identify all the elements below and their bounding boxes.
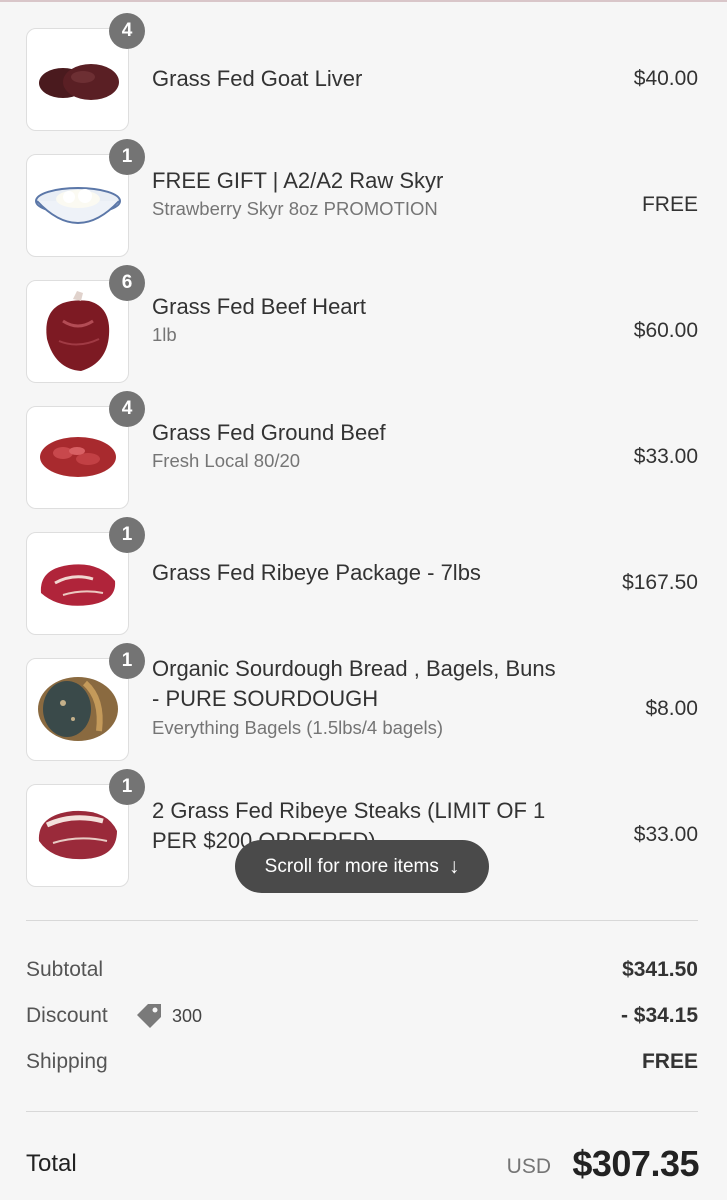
- item-variant: Fresh Local 80/20: [152, 450, 301, 471]
- quantity-badge: 1: [109, 643, 145, 679]
- item-name-line: Organic Sourdough Bread , Bagels, Buns: [152, 656, 556, 681]
- item-price: $40.00: [633, 67, 698, 90]
- item-price: $60.00: [633, 319, 698, 342]
- discount-label: Discount: [26, 1004, 108, 1027]
- item-variant: Everything Bagels (1.5lbs/4 bagels): [152, 717, 444, 738]
- shipping-value: FREE: [641, 1050, 698, 1073]
- item-name: Grass Fed Ribeye Package - 7lbs: [152, 560, 481, 585]
- quantity-badge: 6: [109, 265, 145, 301]
- subtotal-label: Subtotal: [26, 958, 104, 981]
- currency-code: USD: [506, 1155, 551, 1178]
- discount-code-text: 300: [172, 1005, 203, 1026]
- scroll-more-label: Scroll for more items: [264, 855, 439, 877]
- cart-item: 1 FREE GIFT | A2/A2 Raw Skyr Strawberry …: [0, 126, 727, 257]
- shipping-label: Shipping: [26, 1050, 108, 1073]
- item-name: Grass Fed Beef Heart: [152, 294, 366, 319]
- quantity-badge: 1: [109, 769, 145, 805]
- cart-item: 1 Organic Sourdough Bread , Bagels, Buns…: [0, 630, 727, 761]
- item-variant: Strawberry Skyr 8oz PROMOTION: [152, 198, 438, 219]
- item-name: Organic Sourdough Bread , Bagels, Buns -…: [152, 654, 592, 714]
- divider: [26, 1111, 698, 1112]
- cart-item: 6 Grass Fed Beef Heart 1lb $60.00: [0, 252, 727, 383]
- total-label: Total: [26, 1150, 77, 1177]
- tag-icon: [137, 1004, 161, 1028]
- cart-item: 4 Grass Fed Goat Liver $40.00: [0, 0, 727, 131]
- scroll-more-button[interactable]: Scroll for more items ↓: [235, 840, 489, 893]
- item-name: Grass Fed Ground Beef: [152, 420, 386, 445]
- subtotal-value: $341.50: [622, 958, 698, 981]
- item-price: $167.50: [622, 571, 698, 594]
- divider: [26, 920, 698, 921]
- discount-code: 300: [134, 1001, 202, 1031]
- item-name-line: 2 Grass Fed Ribeye Steaks (LIMIT OF 1: [152, 798, 546, 823]
- item-name-line: - PURE SOURDOUGH: [152, 686, 379, 711]
- item-price: $8.00: [645, 697, 698, 720]
- item-price: $33.00: [633, 445, 698, 468]
- item-variant: 1lb: [152, 324, 177, 345]
- arrow-down-icon: ↓: [448, 854, 460, 878]
- quantity-badge: 4: [109, 13, 145, 49]
- discount-value: - $34.15: [620, 1004, 698, 1027]
- item-price: FREE: [641, 193, 698, 216]
- item-name: FREE GIFT | A2/A2 Raw Skyr: [152, 168, 444, 193]
- quantity-badge: 1: [109, 139, 145, 175]
- quantity-badge: 4: [109, 391, 145, 427]
- item-name: Grass Fed Goat Liver: [152, 66, 363, 91]
- quantity-badge: 1: [109, 517, 145, 553]
- cart-item: 4 Grass Fed Ground Beef Fresh Local 80/2…: [0, 378, 727, 509]
- total-value: $307.35: [572, 1143, 699, 1184]
- item-price: $33.00: [633, 823, 698, 846]
- cart-item: 1 Grass Fed Ribeye Package - 7lbs $167.5…: [0, 504, 727, 635]
